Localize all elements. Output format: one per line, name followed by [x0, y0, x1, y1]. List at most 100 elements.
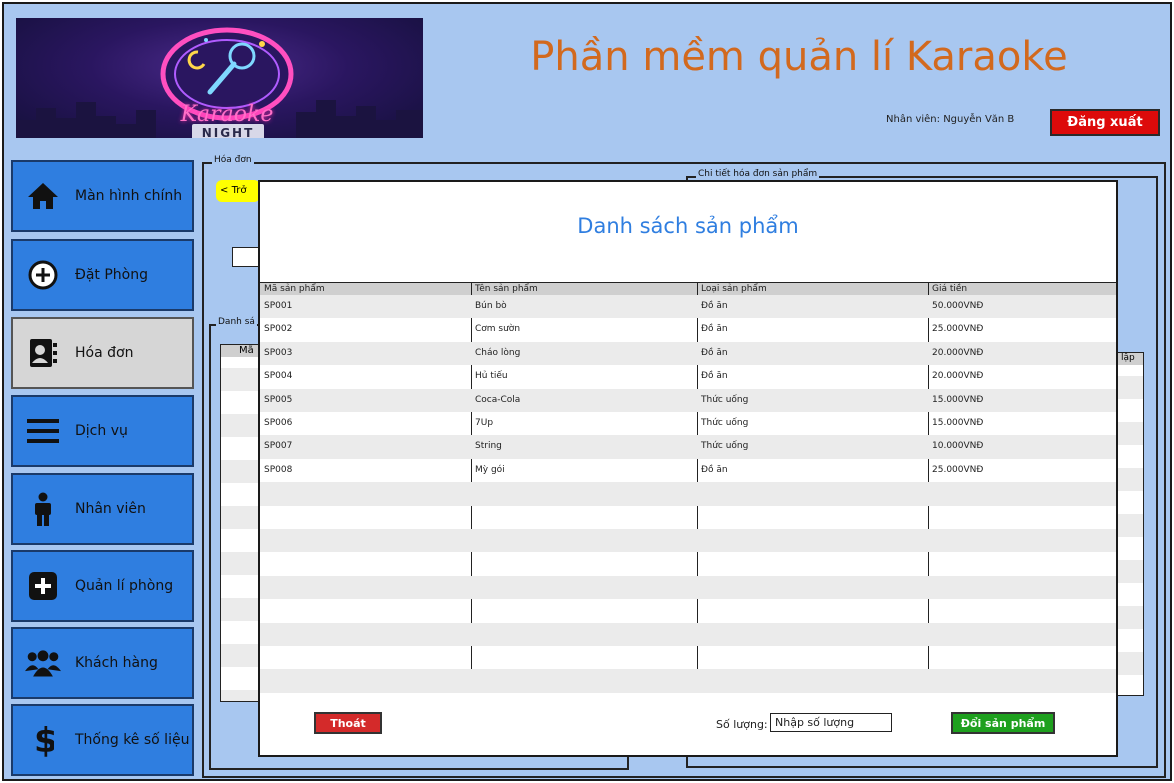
change-product-button[interactable]: Đổi sản phẩm	[951, 712, 1055, 734]
sidebar-item-label: Nhân viên	[75, 501, 146, 517]
sidebar-item-label: Màn hình chính	[75, 188, 183, 204]
sidebar-item-rooms[interactable]: Quản lí phòng	[11, 550, 194, 622]
cell-name: Coca-Cola	[475, 394, 521, 405]
table-row[interactable]: SP007 String Thức uống 10.000VNĐ	[260, 435, 1116, 459]
cell-name: Mỳ gói	[475, 464, 505, 475]
table-row[interactable]	[260, 599, 1116, 622]
cell-type: Đồ ăn	[701, 301, 728, 311]
home-icon	[25, 178, 61, 214]
list-group-label: Danh sá	[216, 317, 257, 327]
cell-name: String	[475, 441, 502, 452]
sidebar-item-label: Thống kê số liệu	[75, 732, 190, 748]
cell-name: Bún bò	[475, 301, 507, 311]
product-table: Mã sản phẩm Tên sản phẩm Loại sản phẩm G…	[260, 282, 1116, 693]
cell-code: SP006	[264, 418, 293, 428]
app-window: Karaoke NIGHT Phần mềm quản lí Karaoke N…	[2, 2, 1172, 781]
detail-table: lập	[1116, 352, 1144, 696]
cell-type: Thức uống	[701, 418, 749, 428]
sidebar-item-customers[interactable]: Khách hàng	[11, 627, 194, 699]
cell-code: SP001	[264, 301, 293, 311]
cell-name: Cháo lòng	[475, 347, 521, 358]
cell-price: 20.000VNĐ	[932, 347, 984, 358]
cell-type: Đồ ăn	[701, 371, 728, 382]
table-row[interactable]	[260, 669, 1116, 693]
logo-night-text: NIGHT	[192, 124, 264, 138]
cell-price: 25.000VNĐ	[932, 464, 984, 475]
group-icon	[25, 645, 61, 681]
column-header-type[interactable]: Loại sản phẩm	[697, 283, 767, 295]
cell-name: Hủ tiếu	[475, 371, 508, 382]
logout-button[interactable]: Đăng xuất	[1050, 109, 1160, 136]
dialog-title: Danh sách sản phẩm	[577, 214, 799, 238]
cell-price: 15.000VNĐ	[932, 394, 984, 405]
cell-code: SP008	[264, 464, 293, 475]
sidebar-item-services[interactable]: Dịch vụ	[11, 395, 194, 467]
quantity-label: Số lượng:	[716, 718, 768, 731]
cell-type: Đồ ăn	[701, 324, 728, 335]
cell-name: Cơm sườn	[475, 324, 521, 335]
table-row[interactable]: SP001 Bún bò Đồ ăn 50.000VNĐ	[260, 295, 1116, 319]
sidebar-item-label: Hóa đơn	[75, 345, 134, 361]
cell-price: 20.000VNĐ	[932, 371, 984, 382]
sidebar-item-label: Khách hàng	[75, 655, 158, 671]
table-row[interactable]	[260, 506, 1116, 529]
person-icon	[25, 491, 61, 527]
svg-text:$: $	[34, 722, 54, 758]
table-row[interactable]	[260, 622, 1116, 646]
sidebar-item-staff[interactable]: Nhân viên	[11, 473, 194, 545]
table-row[interactable]	[260, 482, 1116, 506]
table-row[interactable]: SP002 Cơm sườn Đồ ăn 25.000VNĐ	[260, 318, 1116, 341]
cell-type: Đồ ăn	[701, 347, 728, 358]
table-row[interactable]: SP004 Hủ tiếu Đồ ăn 20.000VNĐ	[260, 365, 1116, 388]
app-title: Phần mềm quản lí Karaoke	[530, 34, 1068, 80]
menu-icon	[25, 413, 61, 449]
column-header-price[interactable]: Giá tiền	[928, 283, 967, 295]
exit-button[interactable]: Thoát	[314, 712, 382, 734]
sidebar-item-label: Quản lí phòng	[75, 578, 174, 594]
sidebar-item-home[interactable]: Màn hình chính	[11, 160, 194, 232]
table-row[interactable]	[260, 646, 1116, 669]
table-row[interactable]	[260, 575, 1116, 600]
table-header	[260, 283, 1116, 295]
column-header-code[interactable]: Mã sản phẩm	[260, 283, 325, 295]
back-label: Trở	[231, 185, 247, 196]
plus-square-icon	[25, 568, 61, 604]
employee-name: Nhân viên: Nguyễn Văn B	[886, 114, 1015, 125]
column-header-name[interactable]: Tên sản phẩm	[471, 283, 538, 295]
detail-table-header: lập	[1117, 353, 1143, 365]
list-table: Mã	[220, 344, 260, 702]
cell-price: 25.000VNĐ	[932, 324, 984, 335]
cell-price: 10.000VNĐ	[932, 441, 984, 452]
table-row[interactable]	[260, 552, 1116, 575]
cell-code: SP004	[264, 371, 293, 382]
cell-price: 50.000VNĐ	[932, 301, 984, 311]
table-row[interactable]: SP003 Cháo lòng Đồ ăn 20.000VNĐ	[260, 341, 1116, 366]
table-row[interactable]: SP005 Coca-Cola Thức uống 15.000VNĐ	[260, 388, 1116, 412]
sidebar-item-label: Đặt Phòng	[75, 267, 149, 283]
sidebar-item-invoice[interactable]: Hóa đơn	[11, 317, 194, 389]
cell-code: SP005	[264, 394, 293, 405]
cell-price: 15.000VNĐ	[932, 418, 984, 428]
cell-type: Thức uống	[701, 441, 749, 452]
sidebar-item-statistics[interactable]: $ Thống kê số liệu	[11, 704, 194, 776]
cell-code: SP007	[264, 441, 293, 452]
table-row[interactable]: SP006 7Up Thức uống 15.000VNĐ	[260, 412, 1116, 435]
karaoke-logo: Karaoke NIGHT	[16, 18, 423, 138]
quantity-input[interactable]	[770, 713, 892, 732]
sidebar-item-label: Dịch vụ	[75, 423, 128, 439]
plus-circle-icon	[25, 257, 61, 293]
contact-card-icon	[25, 335, 61, 371]
list-table-header: Mã	[221, 345, 259, 357]
invoice-group-label: Hóa đơn	[212, 155, 254, 165]
cell-type: Đồ ăn	[701, 464, 728, 475]
cell-type: Thức uống	[701, 394, 749, 405]
cell-name: 7Up	[475, 418, 494, 428]
product-list-dialog: Danh sách sản phẩm Mã sản phẩm Tên sản p…	[258, 180, 1118, 757]
detail-group-label: Chi tiết hóa đơn sản phẩm	[696, 169, 820, 179]
cell-code: SP003	[264, 347, 293, 358]
back-button[interactable]: < Trở	[216, 180, 260, 202]
table-row[interactable]	[260, 529, 1116, 553]
sidebar-item-booking[interactable]: Đặt Phòng	[11, 239, 194, 311]
chevron-left-icon: <	[220, 185, 229, 196]
table-row[interactable]: SP008 Mỳ gói Đồ ăn 25.000VNĐ	[260, 459, 1116, 482]
